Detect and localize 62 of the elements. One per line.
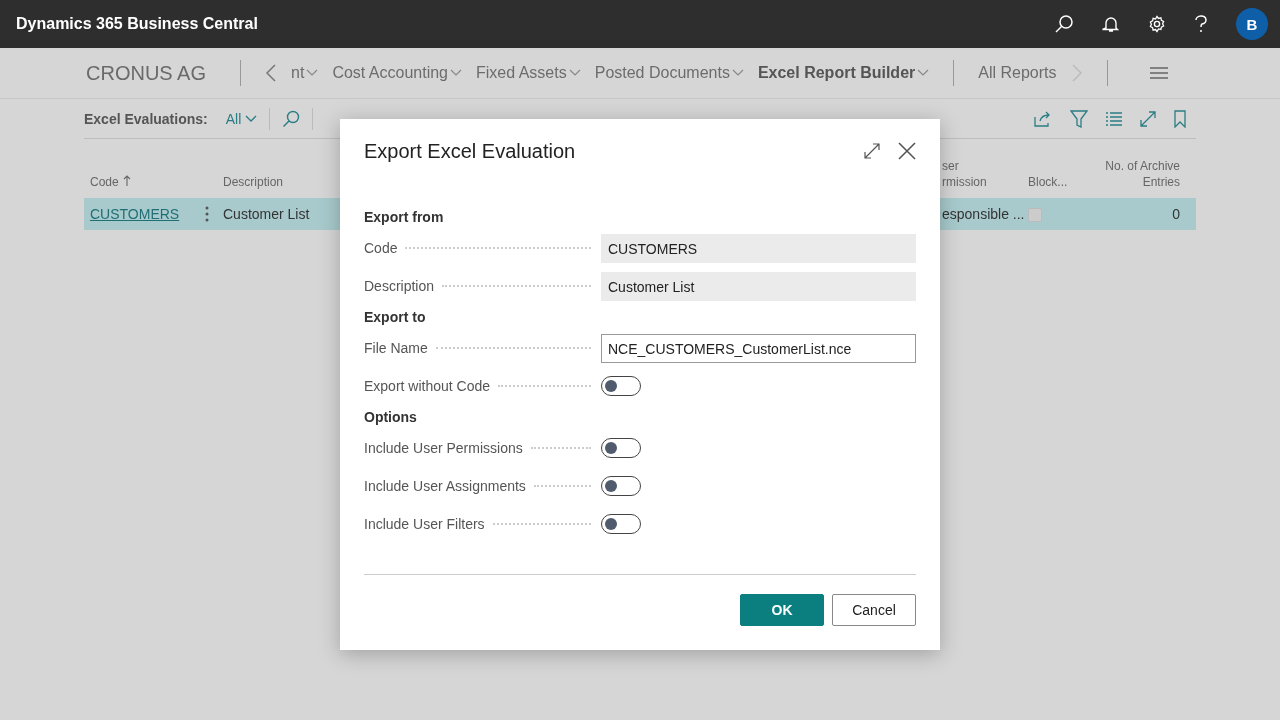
filter-icon[interactable] <box>1070 110 1088 128</box>
view-dropdown[interactable]: All <box>225 111 242 127</box>
section-heading: Options <box>364 408 418 427</box>
input-field[interactable]: CUSTOMERS <box>601 233 916 263</box>
field-label: Export without Code <box>364 378 491 394</box>
bell-icon[interactable] <box>1102 15 1120 33</box>
nav-menu-item[interactable]: Fixed Assets <box>476 64 567 82</box>
nav-menu-item[interactable]: Excel Report Builder <box>757 64 916 82</box>
column-header[interactable]: Code <box>90 174 119 190</box>
field-label: Include User Filters <box>364 516 485 532</box>
bookmark-icon[interactable] <box>1174 110 1186 128</box>
nav-menu-item[interactable]: All Reports <box>978 64 1057 82</box>
cancel-button[interactable]: Cancel <box>832 594 916 626</box>
code-link[interactable]: CUSTOMERS <box>90 206 180 222</box>
expand-icon[interactable] <box>1140 111 1156 127</box>
input-field[interactable]: Customer List <box>601 271 916 301</box>
ok-button[interactable]: OK <box>740 594 824 626</box>
column-header[interactable]: No. of Archive Entries <box>1105 158 1180 190</box>
chevron-down-icon[interactable] <box>450 69 462 77</box>
chevron-left-icon[interactable] <box>265 63 278 83</box>
chevron-down-icon[interactable] <box>568 69 581 77</box>
close-icon[interactable] <box>898 142 916 160</box>
field-label: Include User Assignments <box>364 478 526 494</box>
table-cell: esponsible ... <box>942 206 1025 222</box>
toggle-switch[interactable] <box>601 476 641 496</box>
more-options-icon[interactable] <box>205 206 209 222</box>
settings-icon[interactable] <box>1148 15 1166 33</box>
filter-label: Excel Evaluations: <box>84 111 208 127</box>
section-heading: Export from <box>364 208 445 227</box>
toggle-switch[interactable] <box>601 438 641 458</box>
section-heading: Export to <box>364 308 427 327</box>
nav-menu-item[interactable]: Posted Documents <box>594 64 730 82</box>
checkbox[interactable] <box>1028 208 1042 223</box>
column-header[interactable]: Block... <box>1028 174 1068 190</box>
help-icon[interactable] <box>1194 15 1208 33</box>
input-field[interactable]: NCE_CUSTOMERS_CustomerList.nce <box>601 333 916 363</box>
table-cell: Customer List <box>223 206 310 222</box>
list-icon[interactable] <box>1106 112 1122 126</box>
column-header[interactable]: Description <box>223 174 284 190</box>
menu-icon[interactable] <box>1149 67 1168 79</box>
field-label: File Name <box>364 340 428 356</box>
share-icon[interactable] <box>1034 111 1052 127</box>
toggle-switch[interactable] <box>601 514 641 534</box>
user-avatar[interactable]: B <box>1236 8 1268 40</box>
expand-icon[interactable] <box>864 143 880 159</box>
column-header[interactable]: ser rmission <box>942 158 987 190</box>
sort-arrow-icon[interactable] <box>122 175 131 186</box>
search-icon[interactable] <box>1054 14 1074 34</box>
chevron-down-icon[interactable] <box>306 69 319 77</box>
chevron-down-icon[interactable] <box>917 69 930 77</box>
field-label: Include User Permissions <box>364 440 523 456</box>
field-label: Code <box>364 240 398 256</box>
field-label: Description <box>364 278 435 294</box>
nav-menu-item[interactable]: Cost Accounting <box>332 64 448 82</box>
toggle-switch[interactable] <box>601 376 641 396</box>
dialog-title: Export Excel Evaluation <box>364 139 576 163</box>
company-name[interactable]: CRONUS AG <box>86 61 207 85</box>
chevron-down-icon[interactable] <box>245 115 258 123</box>
table-cell: 0 <box>1172 206 1180 222</box>
chevron-down-icon[interactable] <box>731 69 744 77</box>
app-title: Dynamics 365 Business Central <box>16 15 258 33</box>
nav-menu-item[interactable]: nt <box>291 64 305 82</box>
